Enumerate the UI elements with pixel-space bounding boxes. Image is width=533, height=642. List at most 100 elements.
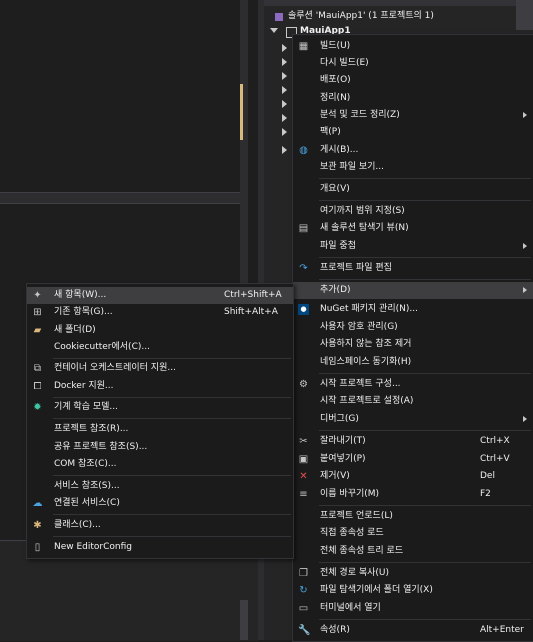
menu-item-copy-full-path[interactable]: ❐ 전체 경로 복사(U) (293, 565, 533, 582)
menu-item-add[interactable]: 추가(D) (293, 282, 533, 299)
menu-item-label: 클래스(C)... (54, 520, 101, 530)
build-icon: ▦ (298, 41, 309, 52)
expand-arrow-icon[interactable] (282, 72, 287, 80)
menu-item-label: 파일 탐색기에서 폴더 열기(X) (320, 585, 433, 595)
menu-item-open-in-explorer[interactable]: ↻ 파일 탐색기에서 폴더 열기(X) (293, 582, 533, 599)
menu-item-cut[interactable]: ✂ 잘라내기(T) Ctrl+X (293, 433, 533, 450)
submenu-item-connected-service[interactable]: ☁ 연결된 서비스(C) (27, 495, 293, 512)
expand-arrow-icon[interactable] (282, 58, 287, 66)
submenu-item-new-folder[interactable]: ▰ 새 폴더(D) (27, 322, 293, 339)
menu-separator (53, 397, 291, 398)
folder-arrow-icon: ↻ (299, 585, 308, 596)
menu-item-set-startup[interactable]: 시작 프로젝트로 설정(A) (293, 393, 533, 410)
expand-arrow-icon[interactable] (282, 86, 287, 94)
submenu-arrow-icon (523, 112, 527, 118)
menu-item-label: Docker 지원... (54, 381, 114, 391)
menu-item-shortcut: Alt+Enter (480, 625, 524, 635)
menu-item-label: 터미널에서 열기 (320, 603, 381, 613)
menu-item-pack[interactable]: 팩(P) (293, 124, 533, 141)
submenu-item-class[interactable]: ✱ 클래스(C)... (27, 517, 293, 534)
container-icon: ⧉ (33, 363, 42, 374)
menu-item-shortcut: Del (480, 471, 495, 481)
collapse-arrow-icon[interactable] (270, 28, 278, 33)
menu-item-label: 새 폴더(D) (54, 325, 96, 335)
wrench-icon: 🔧 (298, 625, 311, 636)
menu-item-rename[interactable]: ≡ 이름 바꾸기(M) F2 (293, 486, 533, 503)
window-icon: ▤ (298, 223, 309, 234)
terminal-icon: ▭ (298, 603, 309, 614)
submenu-item-shared-project-reference[interactable]: 공유 프로젝트 참조(S)... (27, 439, 293, 456)
output-scroll-thumb[interactable] (240, 600, 248, 640)
submenu-item-service-reference[interactable]: 서비스 참조(S)... (27, 478, 293, 495)
menu-item-label: 새 항목(W)... (54, 290, 107, 300)
menu-item-clean[interactable]: 정리(N) (293, 90, 533, 107)
menu-item-remove[interactable]: ✕ 제거(V) Del (293, 468, 533, 485)
menu-item-deploy[interactable]: 배포(O) (293, 72, 533, 89)
menu-item-view-archive[interactable]: 보관 파일 보기... (293, 159, 533, 176)
delete-x-icon: ✕ (299, 471, 308, 482)
menu-item-shortcut: Ctrl+X (480, 436, 510, 446)
menu-item-user-secrets[interactable]: 사용자 암호 관리(G) (293, 319, 533, 336)
menu-item-label: 직접 종속성 로드 (320, 528, 384, 538)
expand-arrow-icon[interactable] (282, 114, 287, 122)
menu-item-label: 시작 프로젝트 구성... (320, 379, 401, 389)
menu-item-label: COM 참조(C)... (54, 459, 117, 469)
submenu-item-container-orchestrator[interactable]: ⧉ 컨테이너 오케스트레이터 지원... (27, 360, 293, 377)
submenu-item-new-item[interactable]: ✦ 새 항목(W)... Ctrl+Shift+A (27, 287, 293, 304)
menu-item-configure-startup[interactable]: ⚙ 시작 프로젝트 구성... (293, 376, 533, 393)
submenu-item-existing-item[interactable]: ⊞ 기존 항목(G)... Shift+Alt+A (27, 304, 293, 321)
submenu-arrow-icon (523, 416, 527, 422)
solution-scrollbar[interactable] (516, 0, 533, 30)
submenu-item-docker[interactable]: ⧠ Docker 지원... (27, 378, 293, 395)
menu-item-label: 공유 프로젝트 참조(S)... (54, 442, 148, 452)
add-submenu: ✦ 새 항목(W)... Ctrl+Shift+A ⊞ 기존 항목(G)... … (26, 283, 294, 559)
menu-item-properties[interactable]: 🔧 속성(R) Alt+Enter (293, 622, 533, 639)
menu-item-label: 서비스 참조(S)... (54, 481, 120, 491)
menu-item-rebuild[interactable]: 다시 빌드(E) (293, 55, 533, 72)
menu-item-new-explorer-view[interactable]: ▤ 새 솔루션 탐색기 뷰(N) (293, 220, 533, 237)
submenu-item-cookiecutter[interactable]: Cookiecutter에서(C)... (27, 339, 293, 356)
docker-icon: ⧠ (33, 381, 42, 392)
menu-item-debug[interactable]: 디버그(G) (293, 411, 533, 428)
menu-item-label: 프로젝트 언로드(L) (320, 511, 393, 521)
menu-item-label: 사용자 암호 관리(G) (320, 322, 398, 332)
menu-item-label: 컨테이너 오케스트레이터 지원... (54, 363, 176, 373)
menu-separator (53, 358, 291, 359)
menu-separator (319, 505, 531, 506)
submenu-item-com-reference[interactable]: COM 참조(C)... (27, 456, 293, 473)
menu-separator (319, 200, 531, 201)
menu-item-publish[interactable]: ◍ 게시(B)... (293, 142, 533, 159)
menu-item-load-direct-deps[interactable]: 직접 종속성 로드 (293, 525, 533, 542)
menu-item-nuget[interactable]: ● NuGet 패키지 관리(N)... (293, 301, 533, 318)
menu-item-shortcut: F2 (480, 489, 491, 499)
menu-item-analyze[interactable]: 분석 및 코드 정리(Z) (293, 107, 533, 124)
menu-item-file-nesting[interactable]: 파일 중첩 (293, 238, 533, 255)
submenu-item-project-reference[interactable]: 프로젝트 참조(R)... (27, 421, 293, 438)
submenu-item-ml-model[interactable]: ✹ 기계 학습 모델... (27, 399, 293, 416)
menu-item-overview[interactable]: 개요(V) (293, 181, 533, 198)
nuget-icon: ● (298, 304, 309, 315)
solution-search-box[interactable] (264, 0, 516, 6)
menu-item-label: 프로젝트 파일 편집 (320, 263, 392, 273)
menu-item-label: 잘라내기(T) (320, 436, 366, 446)
menu-item-label: 빌드(U) (320, 41, 351, 51)
new-folder-icon: ▰ (33, 325, 42, 336)
expand-arrow-icon[interactable] (282, 100, 287, 108)
menu-item-build[interactable]: ▦ 빌드(U) (293, 38, 533, 55)
menu-item-paste[interactable]: ▣ 붙여넣기(P) Ctrl+V (293, 451, 533, 468)
menu-item-load-full-deps[interactable]: 전체 종속성 트리 로드 (293, 543, 533, 560)
menu-item-label: 제거(V) (320, 471, 350, 481)
menu-item-remove-unused-refs[interactable]: 사용하지 않는 참조 제거 (293, 336, 533, 353)
menu-item-sync-namespaces[interactable]: 네임스페이스 동기화(H) (293, 354, 533, 371)
menu-item-label: 분석 및 코드 정리(Z) (320, 110, 400, 120)
menu-item-unload-project[interactable]: 프로젝트 언로드(L) (293, 508, 533, 525)
menu-item-scope-to-this[interactable]: 여기까지 범위 지정(S) (293, 203, 533, 220)
submenu-item-new-editorconfig[interactable]: ▯ New EditorConfig (27, 539, 293, 556)
menu-item-edit-project-file[interactable]: ↷ 프로젝트 파일 편집 (293, 260, 533, 277)
editor-splitter[interactable] (0, 192, 240, 204)
expand-arrow-icon[interactable] (282, 128, 287, 136)
expand-arrow-icon[interactable] (282, 146, 287, 154)
editor-scroll-marker (240, 84, 243, 140)
expand-arrow-icon[interactable] (282, 44, 287, 52)
menu-item-open-terminal[interactable]: ▭ 터미널에서 열기 (293, 600, 533, 617)
